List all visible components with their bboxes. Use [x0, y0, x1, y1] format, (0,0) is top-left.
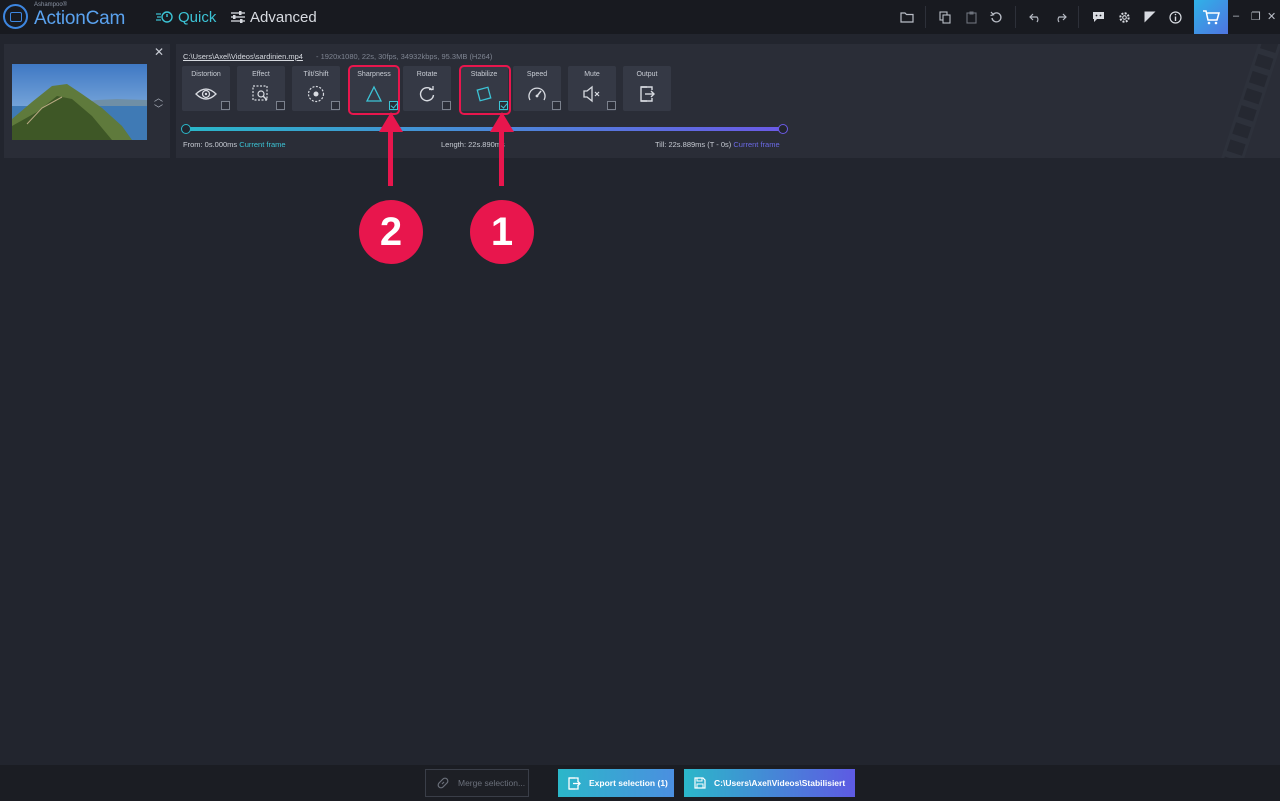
tool-mute[interactable]: Mute [568, 66, 616, 111]
tool-label: Tilt/Shift [303, 71, 329, 78]
output-folder-label: C:\Users\Axel\Videos\Stabilisiert [714, 778, 846, 788]
toolbar-separator [1015, 6, 1016, 28]
link-icon [436, 776, 450, 790]
quick-icon [156, 11, 173, 23]
mode-advanced-label: Advanced [250, 8, 317, 26]
export-icon [568, 776, 581, 790]
redo-icon[interactable] [1052, 9, 1068, 25]
paste-icon[interactable] [963, 9, 979, 25]
tool-checkbox[interactable] [552, 101, 561, 110]
tool-label: Rotate [416, 71, 438, 78]
tool-checkbox[interactable] [607, 101, 616, 110]
output-folder-button[interactable]: C:\Users\Axel\Videos\Stabilisiert [684, 769, 855, 797]
tool-tiltshift[interactable]: Tilt/Shift [292, 66, 340, 111]
title-bar: Ashampoo® ActionCam Quick Advanced – ❐ ✕ [0, 0, 1280, 34]
merge-label: Merge selection... [458, 778, 526, 788]
eye-icon [194, 84, 218, 104]
tool-effect[interactable]: Effect [237, 66, 285, 111]
sliders-icon [231, 11, 245, 23]
skin-icon[interactable] [1142, 9, 1158, 25]
timeline-till: Till: 22s.889ms (T - 0s) Current frame [655, 140, 780, 149]
remove-file-icon[interactable]: ✕ [154, 45, 164, 59]
till-current-frame-link[interactable]: Current frame [733, 140, 779, 149]
cart-icon [1203, 10, 1220, 25]
speedometer-icon [525, 84, 549, 104]
copy-icon[interactable] [937, 9, 953, 25]
export-selection-button[interactable]: Export selection (1) [558, 769, 674, 797]
filmstrip-decoration [1210, 44, 1280, 158]
merge-selection-button[interactable]: Merge selection... [425, 769, 529, 797]
reset-icon[interactable] [988, 9, 1004, 25]
restore-icon[interactable]: ❐ [1251, 10, 1261, 23]
from-label: From: 0s.000ms [183, 140, 238, 149]
timeline-length: Length: 22s.890ms [441, 140, 505, 149]
undo-icon[interactable] [1027, 9, 1043, 25]
tool-label: Mute [584, 71, 600, 78]
mode-advanced-button[interactable]: Advanced [230, 7, 317, 27]
tool-label: Distortion [191, 71, 221, 78]
tool-checkbox[interactable] [221, 101, 230, 110]
timeline-start-handle[interactable] [181, 124, 191, 134]
tool-label: Output [636, 71, 658, 78]
minimize-icon[interactable]: – [1233, 10, 1239, 22]
arrow-head-2 [379, 112, 403, 132]
gear-icon[interactable] [1116, 9, 1132, 25]
arrow-shaft-2 [388, 130, 393, 186]
mute-icon [580, 84, 604, 104]
export-label: Export selection (1) [589, 778, 668, 788]
cart-button[interactable] [1194, 0, 1228, 34]
highlight-stabilize [459, 65, 511, 115]
tool-label: Effect [252, 71, 270, 78]
app-logo-icon [3, 4, 28, 29]
chevron-down-icon[interactable]: ﹀ [154, 102, 163, 115]
file-item-panel[interactable]: ✕ ︿ ﹀ [4, 44, 170, 158]
toolbar-separator [925, 6, 926, 28]
tool-checkbox[interactable] [442, 101, 451, 110]
toolbar-separator [1078, 6, 1079, 28]
tool-checkbox[interactable] [331, 101, 340, 110]
tool-distortion[interactable]: Distortion [182, 66, 230, 111]
info-icon[interactable] [1167, 9, 1183, 25]
till-label: Till: 22s.889ms (T - 0s) [655, 140, 732, 149]
timeline-from: From: 0s.000ms Current frame [183, 140, 286, 149]
annotation-badge-2: 2 [359, 200, 423, 264]
annotation-badge-1: 1 [470, 200, 534, 264]
file-path-link[interactable]: C:\Users\Axel\Videos\sardinien.mp4 [183, 52, 303, 61]
tiltshift-icon [304, 84, 328, 104]
video-thumbnail[interactable] [12, 64, 147, 140]
tool-checkbox[interactable] [276, 101, 285, 110]
from-current-frame-link[interactable]: Current frame [239, 140, 285, 149]
timeline-end-handle[interactable] [778, 124, 788, 134]
mode-quick-button[interactable]: Quick [156, 7, 216, 27]
file-metadata: - 1920x1080, 22s, 30fps, 34932kbps, 95.3… [316, 52, 493, 61]
output-icon [635, 84, 659, 104]
save-icon [694, 777, 706, 789]
app-title: ActionCam [34, 8, 126, 29]
highlight-sharpness [348, 65, 400, 115]
folder-icon[interactable] [899, 9, 915, 25]
tool-label: Speed [526, 71, 548, 78]
rotate-icon [415, 84, 439, 104]
effect-icon [249, 84, 273, 104]
tool-speed[interactable]: Speed [513, 66, 561, 111]
arrow-head-1 [490, 112, 514, 132]
tool-rotate[interactable]: Rotate [403, 66, 451, 111]
feedback-icon[interactable] [1090, 9, 1106, 25]
arrow-shaft-1 [499, 130, 504, 186]
timeline-track[interactable] [186, 127, 784, 131]
mode-quick-label: Quick [178, 8, 217, 26]
tool-output[interactable]: Output [623, 66, 671, 111]
close-window-icon[interactable]: ✕ [1267, 10, 1276, 23]
